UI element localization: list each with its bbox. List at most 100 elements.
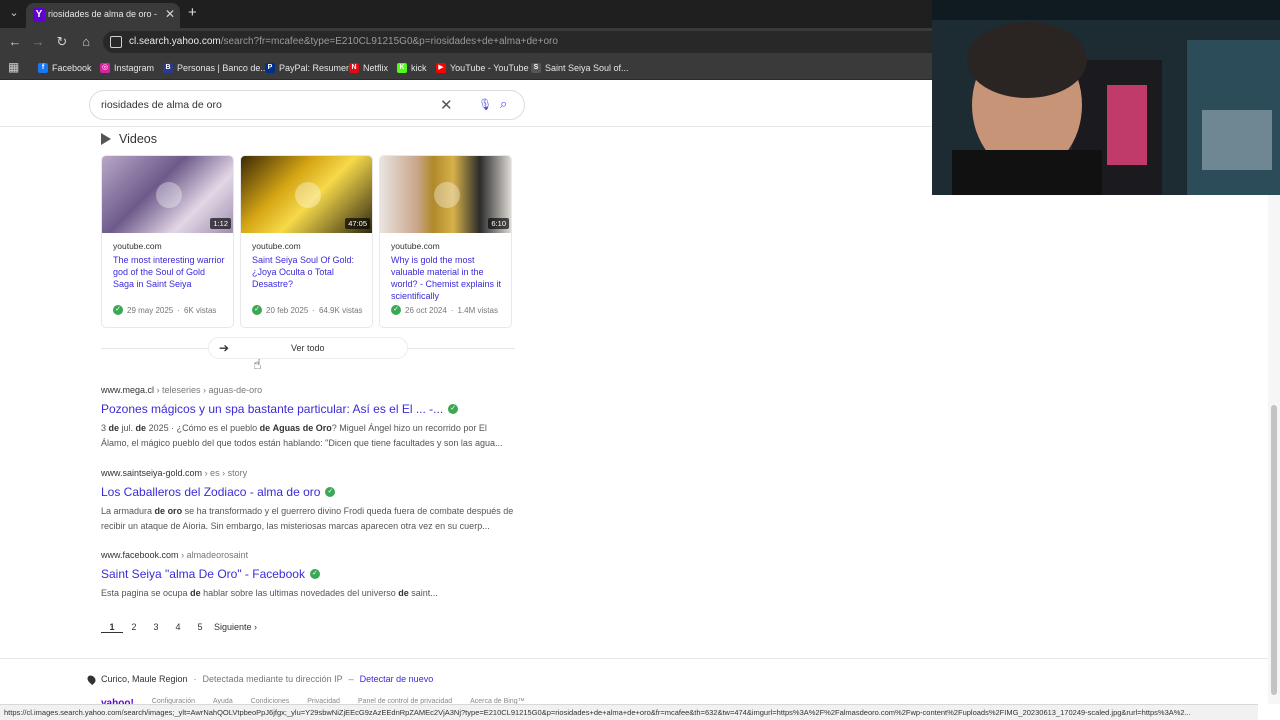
- bookmark-label: Netflix: [363, 63, 389, 73]
- new-tab-icon[interactable]: +: [188, 4, 197, 21]
- videos-section-title: Videos: [119, 132, 157, 146]
- result-host: www.mega.cl: [101, 385, 155, 395]
- yahoo-favicon-icon: Y: [33, 8, 45, 22]
- result-title[interactable]: Saint Seiya "alma De Oro" - Facebook: [101, 567, 305, 581]
- bookmark-youtube-youtube[interactable]: ▶ YouTube - YouTube: [436, 61, 529, 75]
- video-play-icon: [156, 182, 182, 208]
- bookmark-label: Saint Seiya Soul of...: [545, 63, 629, 73]
- home-icon[interactable]: ⌂: [77, 34, 95, 50]
- play-icon: [101, 133, 111, 145]
- bookmark-instagram[interactable]: ◎ Instagram: [100, 61, 154, 75]
- meta-separator: ·: [177, 305, 180, 315]
- page-link-3[interactable]: 3: [145, 622, 167, 633]
- search-result: www.mega.cl › teleseries › aguas-de-oro …: [101, 385, 515, 451]
- page-link-4[interactable]: 4: [167, 622, 189, 633]
- see-all-label: Ver todo: [291, 343, 325, 353]
- clear-search-icon[interactable]: ✕: [440, 96, 453, 114]
- result-title-row: Los Caballeros del Zodiaco - alma de oro…: [101, 485, 515, 499]
- video-views: 6K vistas: [183, 305, 217, 315]
- videos-section-header: Videos: [101, 132, 157, 146]
- browser-tab[interactable]: Y riosidades de alma de oro - Yah ✕: [26, 3, 180, 28]
- result-url[interactable]: www.mega.cl › teleseries › aguas-de-oro: [101, 385, 515, 395]
- page-link-5[interactable]: 5: [189, 622, 211, 633]
- page-link-2[interactable]: 2: [123, 622, 145, 633]
- bookmark-label: Personas | Banco de...: [177, 63, 268, 73]
- verified-icon: ✓: [325, 487, 336, 497]
- video-duration: 6:10: [488, 218, 509, 229]
- verified-icon: ✓: [448, 404, 459, 414]
- video-source: youtube.com: [113, 241, 162, 251]
- result-breadcrumb: › es › story: [204, 468, 248, 478]
- bookmark-paypal-resumen[interactable]: P PayPal: Resumen: [265, 61, 351, 75]
- result-title[interactable]: Los Caballeros del Zodiaco - alma de oro: [101, 485, 320, 499]
- next-page-label: Siguiente: [214, 622, 252, 632]
- next-page-link[interactable]: Siguiente ›: [214, 622, 257, 633]
- apps-grid-icon[interactable]: ▦: [8, 61, 20, 73]
- microphone-icon[interactable]: 🎙: [478, 98, 492, 111]
- result-snippet: La armadura de oro se ha transformado y …: [101, 506, 514, 531]
- video-card[interactable]: 6:10 youtube.com Why is gold the most va…: [379, 155, 512, 328]
- close-tab-icon[interactable]: ✕: [165, 7, 175, 21]
- facebook-icon: f: [38, 63, 48, 73]
- video-thumbnail[interactable]: 6:10: [380, 156, 511, 233]
- bookmark-kick[interactable]: Kkick: [397, 61, 427, 75]
- url-text[interactable]: cl.search.yahoo.com/search?fr=mcafee&typ…: [129, 36, 558, 47]
- video-title[interactable]: Why is gold the most valuable material i…: [391, 254, 504, 302]
- bookmark-saint-seiya-soul-of[interactable]: S Saint Seiya Soul of...: [531, 61, 629, 75]
- result-host: www.saintseiya-gold.com: [101, 468, 203, 478]
- detect-again-link[interactable]: Detectar de nuevo: [360, 674, 434, 684]
- video-card[interactable]: 1:12 youtube.com The most interesting wa…: [101, 155, 234, 328]
- kick-icon: K: [397, 63, 407, 73]
- back-icon[interactable]: ←: [6, 34, 24, 50]
- video-date: 29 may 2025: [127, 305, 174, 315]
- bookmark-label: Instagram: [114, 63, 155, 73]
- search-input[interactable]: riosidades de alma de oro: [101, 99, 222, 111]
- video-title[interactable]: The most interesting warrior god of the …: [113, 254, 226, 290]
- forward-icon[interactable]: →: [29, 34, 47, 50]
- result-host: www.facebook.com: [101, 550, 179, 560]
- url-path: /search?fr=mcafee&type=E210CL91215G0&p=r…: [220, 36, 558, 47]
- result-snippet: Esta pagina se ocupa de hablar sobre las…: [101, 588, 438, 598]
- see-all-videos-button[interactable]: ➔ Ver todo: [208, 337, 408, 359]
- video-play-icon: [434, 182, 460, 208]
- arrow-right-icon: ➔: [219, 341, 230, 355]
- site-info-icon[interactable]: [110, 36, 122, 48]
- search-icon[interactable]: ⌕: [500, 96, 507, 112]
- bookmark-netflix[interactable]: N Netflix: [349, 61, 388, 75]
- video-date: 20 feb 2025: [266, 305, 309, 315]
- location-row: Curico, Maule Region · Detectada mediant…: [85, 673, 434, 685]
- result-title-row: Saint Seiya "alma De Oro" - Facebook ✓: [101, 567, 515, 581]
- result-title[interactable]: Pozones mágicos y un spa bastante partic…: [101, 402, 443, 416]
- youtube-icon: ▶: [436, 63, 446, 73]
- video-thumbnail[interactable]: 47:05: [241, 156, 372, 233]
- verified-icon: ✓: [252, 305, 262, 315]
- video-title[interactable]: Saint Seiya Soul Of Gold: ¿Joya Oculta o…: [252, 254, 365, 290]
- video-duration: 47:05: [345, 218, 370, 229]
- video-duration: 1:12: [210, 218, 231, 229]
- video-date: 26 oct 2024: [405, 305, 447, 315]
- bookmark-label: kick: [411, 63, 427, 73]
- bookmark-personas-banco-de[interactable]: B Personas | Banco de...: [163, 61, 268, 75]
- bank-icon: B: [163, 63, 173, 73]
- search-box[interactable]: riosidades de alma de oro ✕ 🎙 ⌕: [89, 90, 525, 120]
- bookmark-facebook[interactable]: f Facebook: [38, 61, 92, 75]
- reload-icon[interactable]: ↻: [53, 34, 71, 50]
- scrollbar-thumb[interactable]: [1271, 405, 1277, 695]
- video-thumbnail[interactable]: 1:12: [102, 156, 233, 233]
- location-separator: ·: [193, 674, 197, 684]
- video-meta: ✓ 20 feb 2025 · 64.9K vistas: [252, 305, 363, 315]
- tab-search-icon[interactable]: ⌄: [6, 6, 22, 22]
- paypal-icon: P: [265, 63, 275, 73]
- webcam-video-frame: [932, 0, 1280, 195]
- video-card[interactable]: 47:05 youtube.com Saint Seiya Soul Of Go…: [240, 155, 373, 328]
- result-url[interactable]: www.facebook.com › almadeorosaint: [101, 550, 515, 560]
- result-title-row: Pozones mágicos y un spa bastante partic…: [101, 402, 515, 416]
- location-separator: –: [348, 674, 354, 684]
- page-link-1[interactable]: 1: [101, 622, 123, 633]
- meta-separator: ·: [450, 305, 454, 315]
- pagination: 1 2 3 4 5 Siguiente ›: [101, 622, 257, 633]
- saint-seiya-icon: S: [531, 63, 541, 73]
- hand-cursor-icon: ☝: [253, 356, 262, 372]
- result-url[interactable]: www.saintseiya-gold.com › es › story: [101, 468, 515, 478]
- video-meta: ✓ 26 oct 2024 · 1.4M vistas: [391, 305, 498, 315]
